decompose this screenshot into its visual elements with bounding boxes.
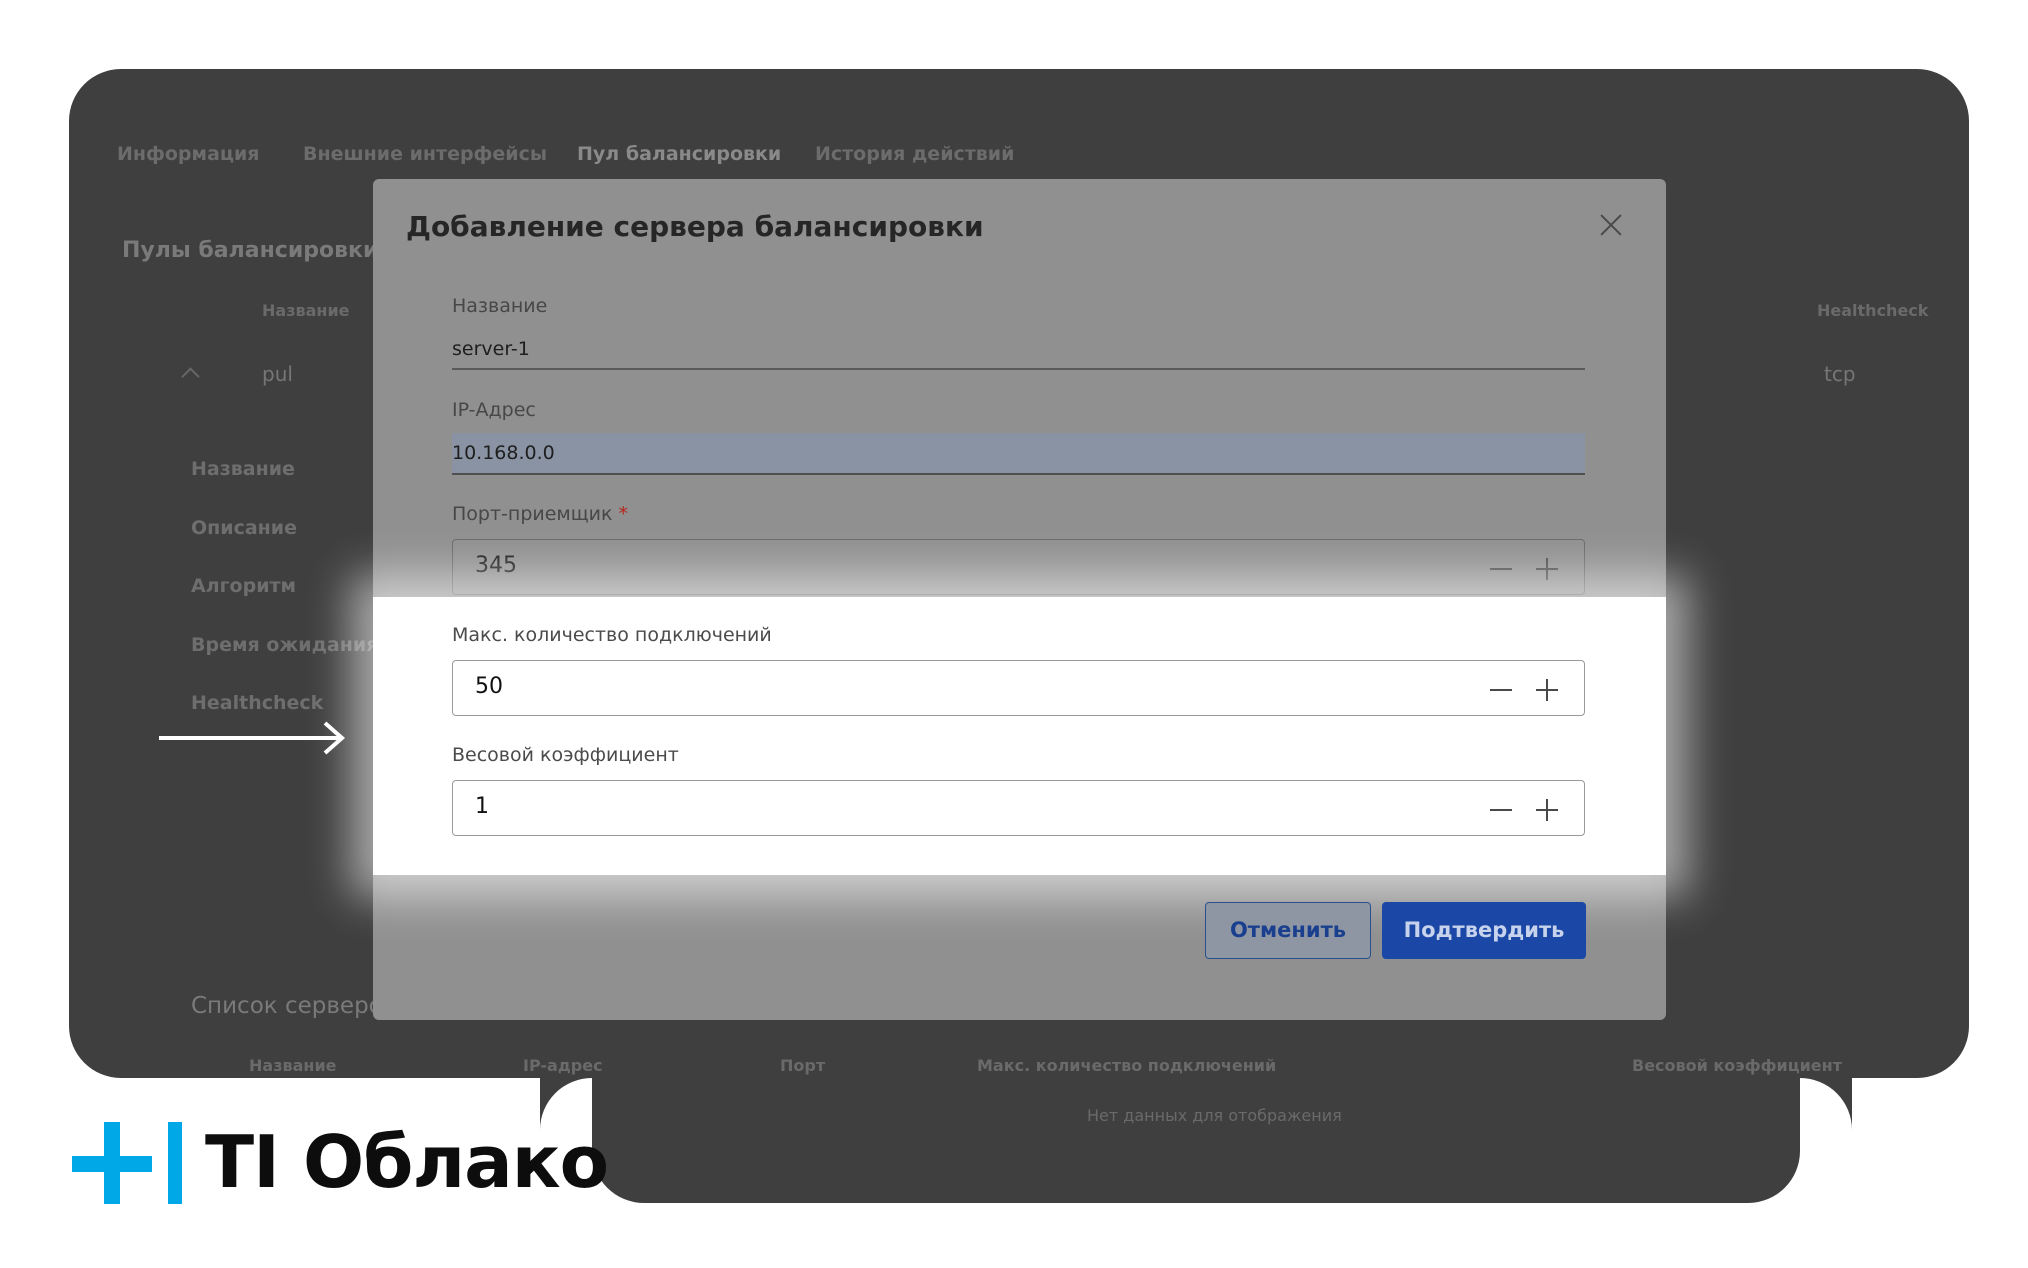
servers-title: Список серверов <box>191 993 397 1019</box>
weight-label: Весовой коэффициент <box>452 744 679 766</box>
max-conn-stepper[interactable]: 50 <box>452 660 1585 716</box>
server-col-port: Порт <box>780 1056 826 1075</box>
weight-stepper[interactable]: 1 <box>452 780 1585 836</box>
ip-label: IP-Адрес <box>452 399 536 421</box>
server-col-max-conn: Макс. количество подключений <box>977 1056 1277 1075</box>
prop-timeout: Время ожидания ( <box>191 634 394 656</box>
tab-external-interfaces[interactable]: Внешние интерфейсы <box>303 143 547 165</box>
plus-icon[interactable] <box>1536 799 1558 821</box>
dialog-title: Добавление сервера балансировки <box>406 210 984 243</box>
ip-input[interactable]: 10.168.0.0 <box>452 442 555 464</box>
col-name-header: Название <box>262 301 350 320</box>
pools-title: Пулы балансировки <box>122 238 379 263</box>
confirm-button[interactable]: Подтвердить <box>1382 902 1586 959</box>
weight-value[interactable]: 1 <box>475 794 489 819</box>
plus-icon[interactable] <box>1536 558 1558 580</box>
port-stepper[interactable]: 345 <box>452 539 1585 595</box>
required-marker: * <box>618 503 629 525</box>
minus-icon[interactable] <box>1490 558 1512 580</box>
logo-text: TI Облако <box>205 1120 609 1204</box>
cancel-button[interactable]: Отменить <box>1205 902 1371 959</box>
backdrop-corner-right <box>1800 1078 1852 1130</box>
max-conn-value[interactable]: 50 <box>475 674 503 699</box>
tab-info[interactable]: Информация <box>117 143 259 165</box>
server-col-weight: Весовой коэффициент <box>1632 1056 1842 1075</box>
highlight-panel: Макс. количество подключений 50 Весовой … <box>373 597 1666 875</box>
port-label-text: Порт-приемщик <box>452 503 613 525</box>
empty-state-text: Нет данных для отображения <box>1087 1106 1342 1125</box>
pool-healthcheck-cell: tcp <box>1824 362 1856 386</box>
name-underline <box>452 368 1585 370</box>
port-value[interactable]: 345 <box>475 553 517 578</box>
tab-balancing-pool[interactable]: Пул балансировки <box>577 143 781 165</box>
minus-icon[interactable] <box>1490 679 1512 701</box>
name-input[interactable]: server-1 <box>452 338 530 360</box>
server-col-ip: IP-адрес <box>523 1056 603 1075</box>
ip-input-box[interactable] <box>452 433 1585 475</box>
close-icon[interactable] <box>1596 210 1626 240</box>
arrow-right-icon <box>159 721 346 755</box>
screenshot-frame: Информация Внешние интерфейсы Пул баланс… <box>0 0 2028 1268</box>
prop-algorithm: Алгоритм <box>191 575 297 597</box>
tab-action-history[interactable]: История действий <box>815 143 1014 165</box>
prop-healthcheck: Healthcheck <box>191 692 324 714</box>
max-conn-label: Макс. количество подключений <box>452 624 772 646</box>
minus-icon[interactable] <box>1490 799 1512 821</box>
plus-icon[interactable] <box>1536 679 1558 701</box>
prop-description: Описание <box>191 517 298 539</box>
port-label: Порт-приемщик * <box>452 503 628 525</box>
pool-name-cell: pul <box>262 362 293 386</box>
prop-name: Название <box>191 458 295 480</box>
name-label: Название <box>452 295 548 317</box>
col-healthcheck-header: Healthcheck <box>1817 301 1929 320</box>
server-col-name: Название <box>249 1056 337 1075</box>
